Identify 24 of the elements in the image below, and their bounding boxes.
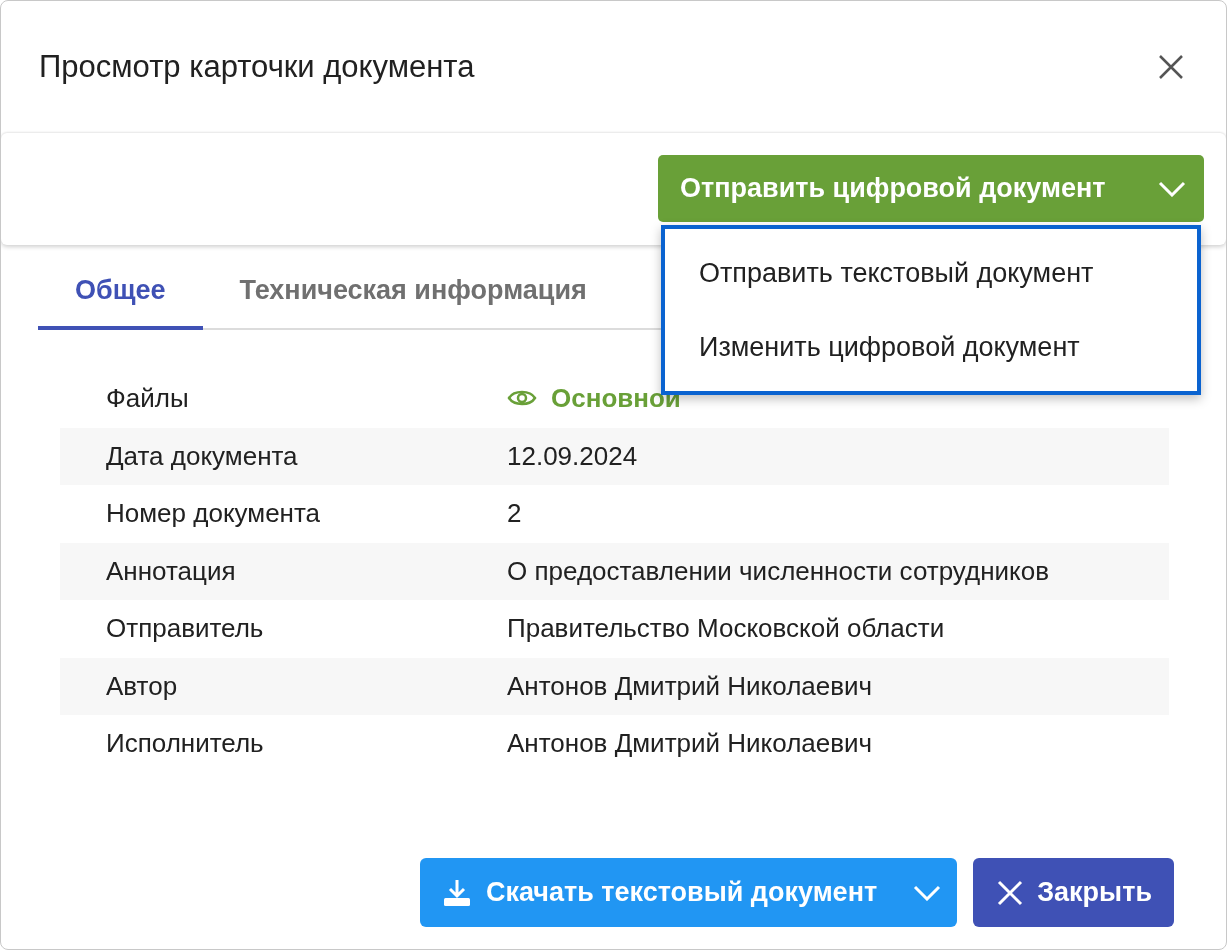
field-value: Правительство Московской области xyxy=(507,613,946,645)
field-value: Антонов Дмитрий Николаевич xyxy=(507,670,874,702)
close-icon xyxy=(997,879,1024,906)
field-value: Антонов Дмитрий Николаевич xyxy=(507,728,874,760)
field-label: Номер документа xyxy=(106,498,322,530)
download-icon xyxy=(441,877,472,908)
field-value: 12.09.2024 xyxy=(507,440,639,472)
tab[interactable]: Техническая информация xyxy=(202,257,624,330)
field-label: Аннотация xyxy=(106,555,237,587)
field-label: Отправитель xyxy=(106,613,265,645)
tab[interactable]: Общее xyxy=(38,257,203,330)
field-label: Автор xyxy=(106,670,179,702)
eye-icon xyxy=(507,388,537,408)
close-button[interactable]: Закрыть xyxy=(973,858,1174,927)
field-label: Файлы xyxy=(106,383,190,415)
field-label: Дата документа xyxy=(106,440,299,472)
chevron-icon xyxy=(913,884,942,901)
menu-item[interactable]: Изменить цифровой документ xyxy=(665,310,1197,384)
field-value: О предоставлении численности сотрудников xyxy=(507,555,1050,587)
menu-item[interactable]: Отправить текстовый документ xyxy=(665,236,1197,310)
chevron-icon xyxy=(1158,180,1186,197)
field-label: Исполнитель xyxy=(106,728,265,760)
field-value: 2 xyxy=(507,498,523,530)
dialog-title: Просмотр карточки документа xyxy=(39,49,475,85)
